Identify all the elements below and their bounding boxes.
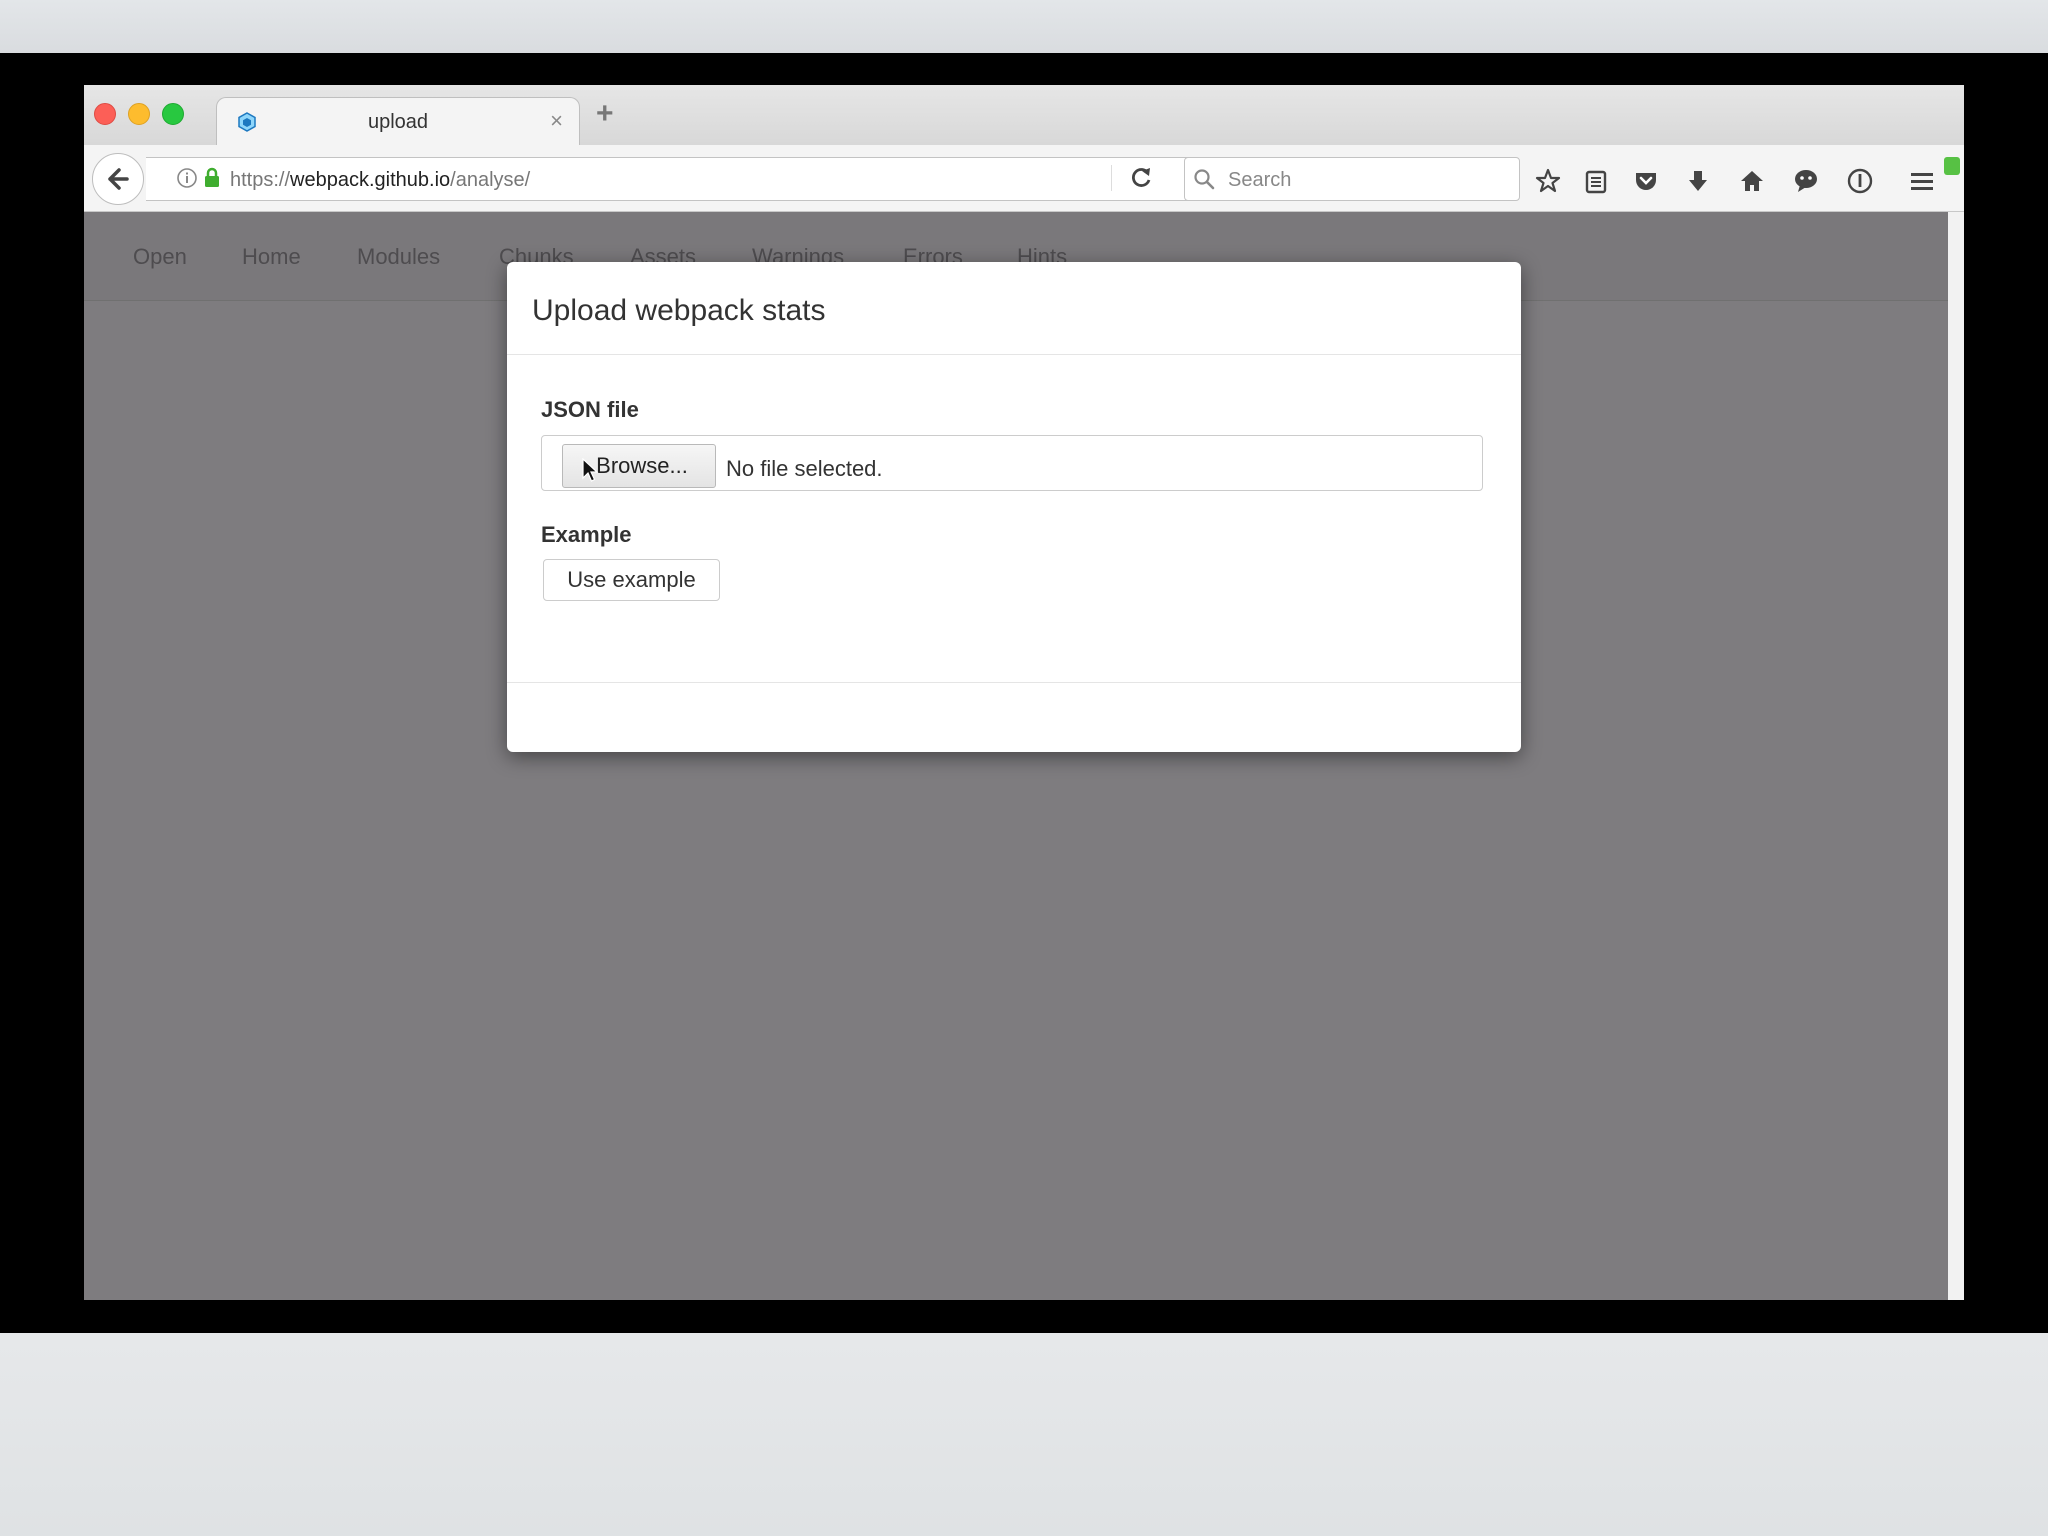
- minimize-window-button[interactable]: [128, 103, 150, 125]
- json-file-input[interactable]: Browse... No file selected.: [541, 435, 1483, 491]
- page-content: Open Home Modules Chunks Assets Warnings…: [84, 212, 1948, 1300]
- modal-header: Upload webpack stats: [507, 262, 1521, 355]
- url-scheme: https://: [230, 169, 291, 191]
- url-text[interactable]: https://webpack.github.io/analyse/: [230, 169, 530, 192]
- backdrop-top: [0, 0, 2048, 53]
- backdrop-bottom: [0, 1333, 2048, 1536]
- tab-upload[interactable]: upload ×: [216, 97, 580, 146]
- modal-footer: [507, 682, 1521, 753]
- json-file-label: JSON file: [541, 397, 639, 422]
- tab-strip: upload × +: [84, 85, 1964, 146]
- download-icon[interactable]: [1684, 167, 1712, 195]
- back-arrow-icon: [108, 168, 129, 190]
- nav-modules[interactable]: Modules: [357, 244, 440, 270]
- browser-window: upload × + https://webpack.github.io/ana…: [84, 85, 1964, 1300]
- bookmark-star-icon[interactable]: [1534, 167, 1562, 195]
- example-label: Example: [541, 522, 632, 547]
- chat-icon[interactable]: [1792, 167, 1820, 195]
- url-path: /analyse/: [450, 169, 531, 191]
- close-window-button[interactable]: [94, 103, 116, 125]
- url-separator: [1111, 165, 1112, 191]
- nav-open[interactable]: Open: [133, 244, 187, 270]
- use-example-button[interactable]: Use example: [543, 559, 720, 601]
- nav-home[interactable]: Home: [242, 244, 301, 270]
- mouse-cursor-icon: [582, 458, 599, 482]
- url-host: webpack.github.io: [290, 169, 451, 191]
- new-tab-button[interactable]: +: [596, 97, 614, 131]
- home-icon[interactable]: [1738, 167, 1766, 195]
- nav-toolbar: https://webpack.github.io/analyse/ Searc…: [84, 145, 1964, 212]
- no-file-text: No file selected.: [726, 456, 883, 481]
- zoom-window-button[interactable]: [162, 103, 184, 125]
- back-button[interactable]: [92, 153, 144, 205]
- hamburger-menu-icon[interactable]: [1908, 167, 1936, 195]
- reload-icon[interactable]: [1128, 165, 1154, 191]
- reading-list-icon[interactable]: [1582, 167, 1610, 195]
- tab-close-icon[interactable]: ×: [550, 108, 563, 134]
- page-scrollbar[interactable]: [1948, 212, 1964, 1300]
- search-icon: [1194, 169, 1215, 190]
- info-icon[interactable]: [176, 167, 198, 189]
- info-circle-icon[interactable]: [1846, 167, 1874, 195]
- upload-modal: Upload webpack stats JSON file Browse...…: [507, 262, 1521, 752]
- search-placeholder: Search: [1228, 169, 1292, 191]
- lock-icon[interactable]: [202, 167, 222, 189]
- pocket-icon[interactable]: [1632, 167, 1660, 195]
- tab-title: upload: [367, 111, 429, 133]
- modal-title: Upload webpack stats: [532, 294, 826, 327]
- update-badge: [1944, 157, 1960, 175]
